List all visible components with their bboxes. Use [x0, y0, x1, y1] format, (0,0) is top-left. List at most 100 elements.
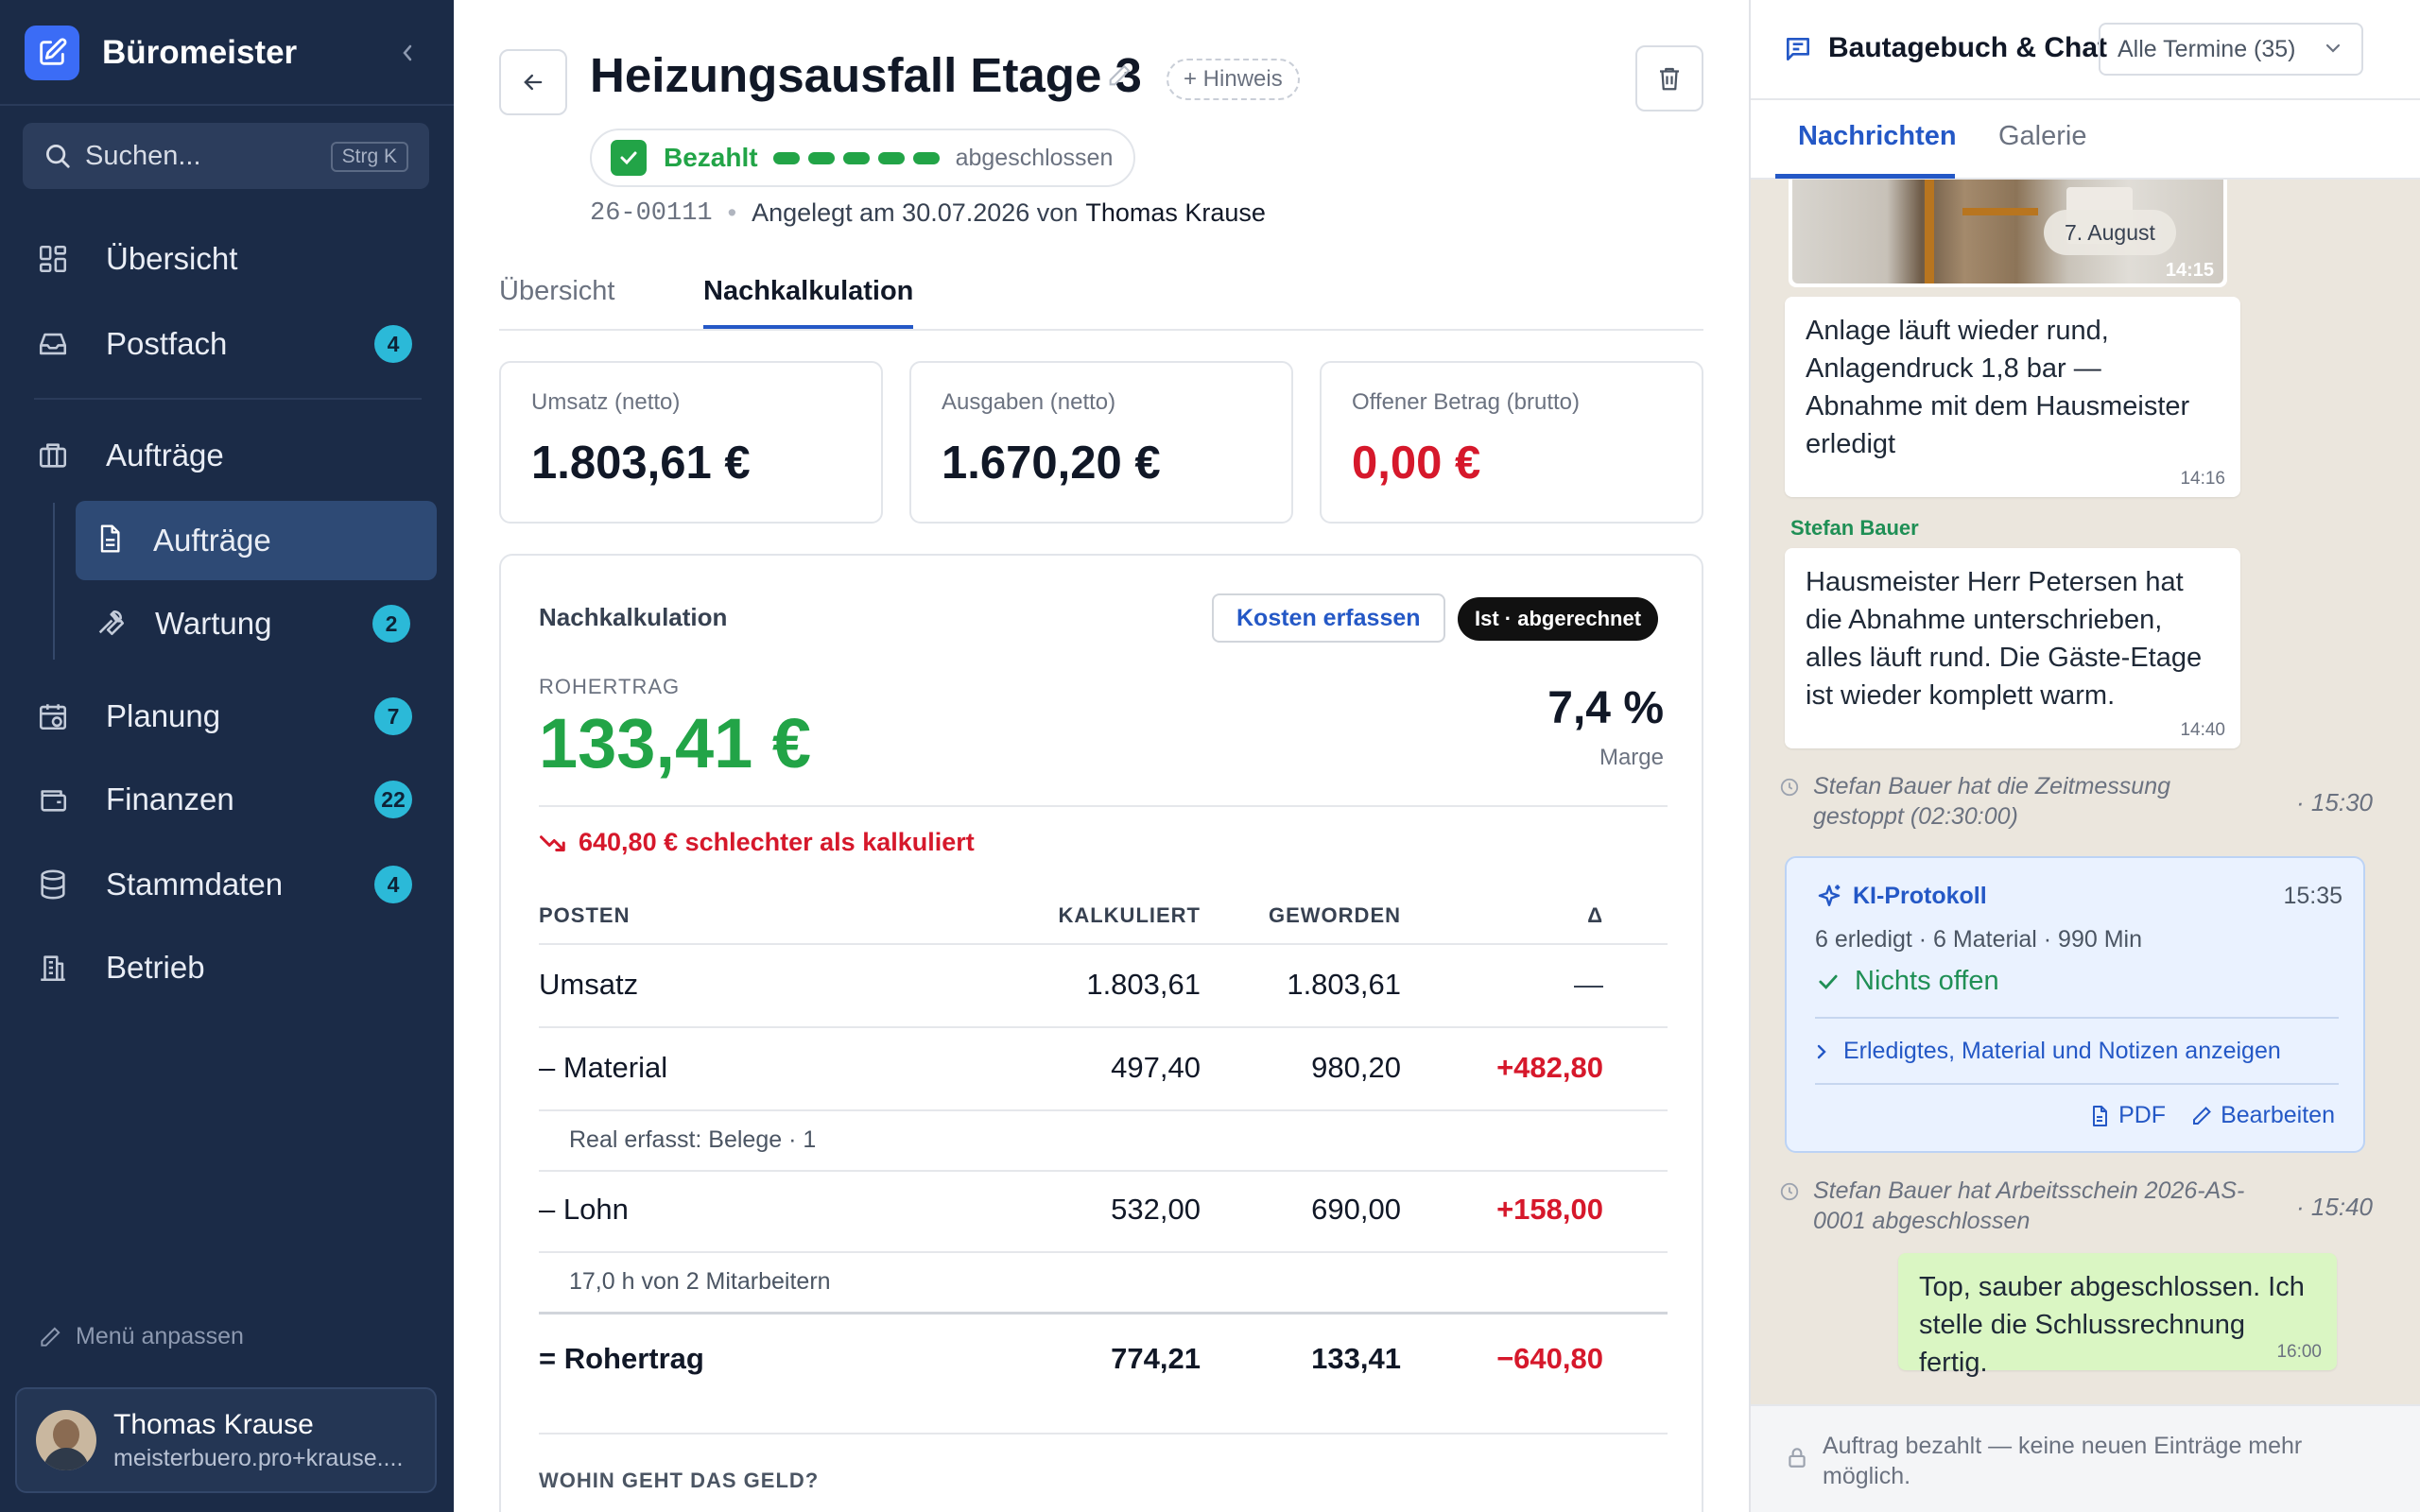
status-progress[interactable]: Bezahlt abgeschlossen	[590, 129, 1136, 187]
kpi-card-revenue: Umsatz (netto) 1.803,61 €	[499, 361, 883, 524]
sidebar-item-label: Finanzen	[106, 782, 234, 816]
created-info: Angelegt am 30.07.2026 von	[752, 198, 1079, 227]
order-number: 26-00111	[590, 198, 713, 228]
deviation-note: 640,80 € schlechter als kalkuliert	[539, 828, 975, 857]
app-name: Büromeister	[102, 34, 298, 71]
chat-header: Bautagebuch & Chat Alle Termine (35)	[1751, 0, 2420, 100]
trash-icon	[1660, 67, 1679, 91]
expand-details-label: Erledigtes, Material und Notizen anzeige…	[1843, 1038, 2281, 1064]
gross-profit-label: ROHERTRAG	[539, 675, 681, 698]
select-value: Alle Termine (35)	[2118, 35, 2296, 62]
clock-icon	[1779, 771, 1802, 832]
sidebar-item-auftraege[interactable]: Aufträge	[76, 501, 437, 580]
sidebar-item-finanzen[interactable]: Finanzen 22	[23, 762, 439, 837]
count-badge: 22	[374, 781, 412, 818]
pencil-icon	[2193, 1106, 2211, 1125]
table-cell-posten: = Rohertrag	[539, 1342, 704, 1375]
user-profile-card[interactable]: Thomas Krause meisterbuero.pro+krause...…	[15, 1387, 437, 1493]
chat-panel: 7. August 14:15 Anlage läuft wieder rund…	[1749, 0, 2420, 1512]
message-sender: Stefan Bauer	[1790, 516, 1919, 540]
divider	[0, 104, 454, 106]
message-time: 14:15	[2165, 260, 2214, 281]
table-cell-geworden: 690,00	[1311, 1193, 1401, 1226]
kpi-value: 1.803,61 €	[531, 438, 751, 489]
column-header: POSTEN	[539, 903, 631, 927]
active-tab-indicator	[703, 325, 913, 329]
collapse-sidebar-button[interactable]	[393, 36, 422, 70]
row-divider	[539, 1170, 1668, 1172]
divider	[539, 805, 1668, 807]
customize-menu-button[interactable]: Menü anpassen	[38, 1323, 244, 1350]
pdf-button[interactable]: PDF	[2088, 1102, 2166, 1129]
back-button[interactable]	[499, 49, 567, 115]
tab-nachkalkulation[interactable]: Nachkalkulation	[703, 276, 913, 307]
wallet-icon	[34, 781, 72, 818]
pdf-label: PDF	[2118, 1102, 2167, 1128]
search-icon	[46, 145, 70, 168]
appointment-filter-select[interactable]: Alle Termine (35)	[2099, 23, 2363, 76]
chat-message: Hausmeister Herr Petersen hat die Abnahm…	[1785, 548, 2240, 748]
message-time: 14:40	[2180, 720, 2225, 740]
sidebar-item-label: Übersicht	[106, 241, 238, 276]
table-cell-posten: – Material	[539, 1051, 668, 1084]
edit-title-button[interactable]	[1106, 62, 1132, 94]
chat-title: Bautagebuch & Chat	[1828, 32, 2108, 63]
shortcut-hint: Strg K	[330, 142, 408, 172]
table-cell-kalkuliert: 497,40	[1111, 1051, 1201, 1084]
record-costs-button[interactable]: Kosten erfassen	[1212, 593, 1445, 643]
table-cell-geworden: 1.803,61	[1287, 968, 1401, 1001]
chevron-left-icon	[403, 44, 412, 61]
kpi-card-open-amount: Offener Betrag (brutto) 0,00 €	[1320, 361, 1703, 524]
tab-galerie[interactable]: Galerie	[1998, 121, 2087, 152]
trend-down-icon	[540, 834, 565, 851]
clock-icon	[1779, 1176, 1802, 1236]
sidebar-item-postfach[interactable]: Postfach 4	[23, 306, 439, 382]
count-badge: 4	[374, 325, 412, 363]
search-input[interactable]: Suchen... Strg K	[23, 123, 429, 189]
sidebar-item-label: Planung	[106, 698, 221, 733]
tab-uebersicht[interactable]: Übersicht	[499, 276, 615, 307]
open-items-status: Nichts offen	[1815, 966, 1999, 997]
tab-nachrichten[interactable]: Nachrichten	[1798, 121, 1957, 152]
chat-photo-message[interactable]: 7. August 14:15	[1789, 176, 2227, 287]
calc-state-toggle[interactable]: Ist · abgerechnet	[1458, 597, 1659, 641]
expand-details-button[interactable]: Erledigtes, Material und Notizen anzeige…	[1815, 1038, 2281, 1065]
kpi-value: 0,00 €	[1352, 438, 1481, 489]
table-row-note: 17,0 h von 2 Mitarbeitern	[569, 1268, 831, 1295]
sidebar-item-betrieb[interactable]: Betrieb	[23, 930, 439, 1005]
edit-protocol-button[interactable]: Bearbeiten	[2190, 1102, 2335, 1129]
sidebar-item-planung[interactable]: Planung 7	[23, 679, 439, 754]
sidebar-item-label: Wartung	[155, 606, 272, 641]
created-by: Thomas Krause	[1085, 198, 1266, 227]
sparkle-icon	[1815, 883, 1843, 916]
system-event-time: · 15:30	[2296, 788, 2373, 816]
sidebar-item-label: Betrieb	[106, 950, 205, 985]
message-time: 14:16	[2180, 469, 2225, 489]
brand[interactable]: Büromeister	[25, 25, 297, 81]
sidebar-item-auftraege-group[interactable]: Aufträge	[23, 418, 439, 493]
edit-label: Bearbeiten	[2221, 1102, 2335, 1128]
table-row-note: Real erfasst: Belege · 1	[569, 1126, 817, 1153]
system-event-text: Stefan Bauer hat die Zeitmessung gestopp…	[1813, 773, 2171, 830]
add-hint-button[interactable]: + Hinweis	[1167, 59, 1300, 100]
delete-button[interactable]	[1635, 45, 1703, 112]
chevron-right-icon	[1817, 1044, 1826, 1058]
card-title: Nachkalkulation	[539, 603, 728, 631]
table-cell-posten: Umsatz	[539, 968, 639, 1001]
submenu-rail	[53, 503, 55, 660]
order-meta: 26-00111 • Angelegt am 30.07.2026 von Th…	[590, 198, 1266, 228]
table-cell-kalkuliert: 1.803,61	[1086, 968, 1201, 1001]
status-label: Bezahlt	[664, 143, 758, 172]
sidebar-item-stammdaten[interactable]: Stammdaten 4	[23, 847, 439, 922]
message-time: 15:35	[2283, 883, 2342, 909]
sidebar-item-wartung[interactable]: Wartung 2	[76, 584, 437, 663]
table-cell-delta: +158,00	[1496, 1193, 1603, 1226]
locked-text: Auftrag bezahlt — keine neuen Einträge m…	[1823, 1433, 2303, 1489]
sidebar-item-uebersicht[interactable]: Übersicht	[23, 221, 439, 297]
column-header: Δ	[1587, 903, 1603, 927]
chevron-down-icon	[2325, 43, 2341, 53]
user-name: Thomas Krause	[113, 1408, 314, 1440]
lock-icon	[1785, 1444, 1809, 1475]
system-event: Stefan Bauer hat die Zeitmessung gestopp…	[1779, 771, 2394, 832]
arrow-left-icon	[524, 74, 543, 91]
